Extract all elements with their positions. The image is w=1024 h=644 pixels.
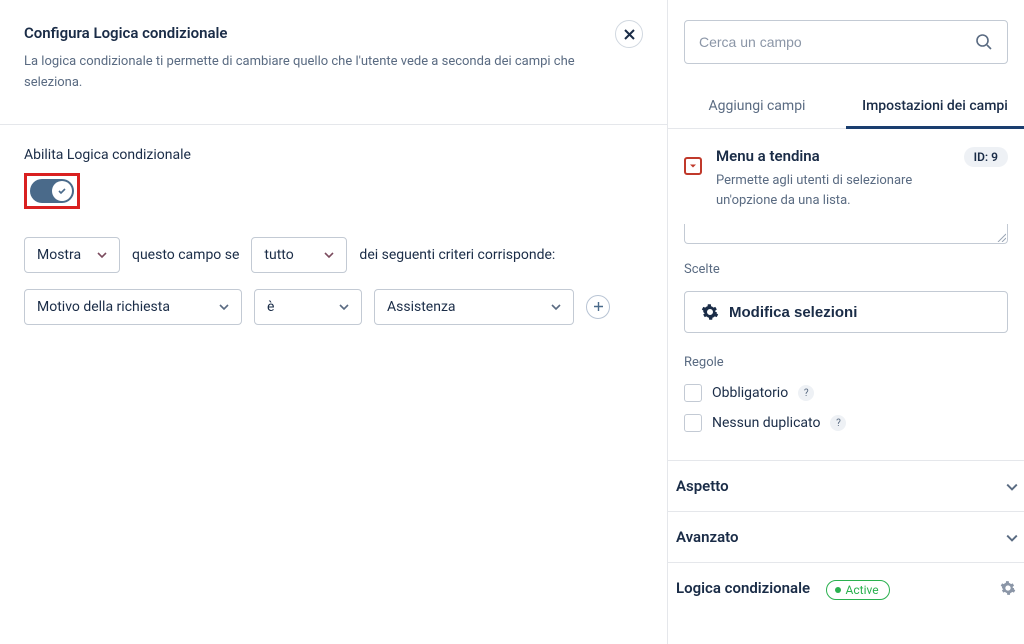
help-icon[interactable]: ? (830, 415, 846, 431)
accordion-advanced[interactable]: Avanzato (668, 511, 1024, 562)
accordion-logic-title: Logica condizionale (676, 579, 810, 597)
divider (0, 124, 667, 125)
rule-operator-select[interactable]: è (254, 289, 362, 325)
page-description: La logica condizionale ti permette di ca… (24, 52, 584, 94)
rule-field-value: Motivo della richiesta (37, 299, 170, 315)
id-badge: ID: 9 (964, 147, 1008, 167)
noduplicate-label: Nessun duplicato (712, 415, 820, 431)
rule-value-select[interactable]: Assistenza (374, 289, 574, 325)
rule-value-text: Assistenza (387, 299, 456, 315)
logic-row-1: Mostra questo campo se tutto dei seguent… (24, 237, 643, 273)
required-label: Obbligatorio (712, 385, 788, 401)
chevron-down-icon (97, 250, 107, 260)
add-rule-button[interactable] (586, 295, 610, 319)
gear-icon (701, 303, 719, 321)
field-info: Menu a tendina Permette agli utenti di s… (676, 129, 1016, 224)
page-title: Configura Logica condizionale (24, 24, 643, 42)
chevron-down-icon (219, 302, 229, 312)
rule-nodup-row: Nessun duplicato ? (684, 414, 1008, 432)
accordion-appearance-title: Aspetto (676, 477, 729, 495)
tab-add-fields[interactable]: Aggiungi campi (668, 86, 846, 128)
active-badge: Active (826, 580, 890, 600)
accordion-advanced-title: Avanzato (676, 528, 738, 546)
tab-field-settings[interactable]: Impostazioni dei campi (846, 86, 1024, 129)
match-select[interactable]: tutto (251, 237, 347, 273)
edit-selections-label: Modifica selezioni (729, 304, 857, 321)
match-value: tutto (264, 247, 293, 263)
active-badge-text: Active (846, 583, 879, 597)
chevron-down-icon (324, 250, 334, 260)
accordion-logic[interactable]: Logica condizionale Active (668, 562, 1024, 616)
search-field[interactable] (684, 20, 1008, 64)
rule-operator-value: è (267, 299, 274, 315)
chevron-down-icon (1006, 532, 1016, 542)
field-description: Permette agli utenti di selezionare un'o… (716, 171, 950, 210)
gear-icon[interactable] (1000, 580, 1016, 600)
edit-selections-button[interactable]: Modifica selezioni (684, 291, 1008, 333)
active-dot-icon (835, 587, 841, 593)
logic-row-2: Motivo della richiesta è Assistenza (24, 289, 643, 325)
criteria-text: dei seguenti criteri corrisponde: (359, 247, 555, 263)
rule-field-select[interactable]: Motivo della richiesta (24, 289, 242, 325)
plus-icon (593, 301, 604, 312)
tabs: Aggiungi campi Impostazioni dei campi (668, 86, 1024, 129)
field-title: Menu a tendina (716, 147, 950, 165)
choices-label: Scelte (684, 262, 1008, 277)
resize-handle-icon (996, 232, 1006, 242)
highlight-box (24, 173, 80, 209)
rules-label: Regole (684, 355, 1008, 370)
accordion-appearance[interactable]: Aspetto (668, 460, 1024, 511)
search-input[interactable] (699, 34, 975, 50)
chevron-down-icon (1006, 481, 1016, 491)
noduplicate-checkbox[interactable] (684, 414, 702, 432)
close-button[interactable] (615, 20, 643, 48)
rule-required-row: Obbligatorio ? (684, 384, 1008, 402)
show-hide-select[interactable]: Mostra (24, 237, 120, 273)
check-icon (57, 186, 67, 196)
show-hide-value: Mostra (37, 247, 81, 263)
this-field-if-text: questo campo se (132, 247, 239, 263)
dropdown-icon (684, 157, 702, 175)
toggle-knob (52, 181, 72, 201)
required-checkbox[interactable] (684, 384, 702, 402)
search-icon (975, 33, 993, 51)
enable-logic-label: Abilita Logica condizionale (24, 147, 643, 163)
chevron-down-icon (551, 302, 561, 312)
chevron-down-icon (339, 302, 349, 312)
help-icon[interactable]: ? (798, 385, 814, 401)
close-icon (624, 29, 635, 40)
textarea-bottom[interactable] (684, 224, 1008, 244)
enable-logic-toggle[interactable] (30, 179, 74, 203)
